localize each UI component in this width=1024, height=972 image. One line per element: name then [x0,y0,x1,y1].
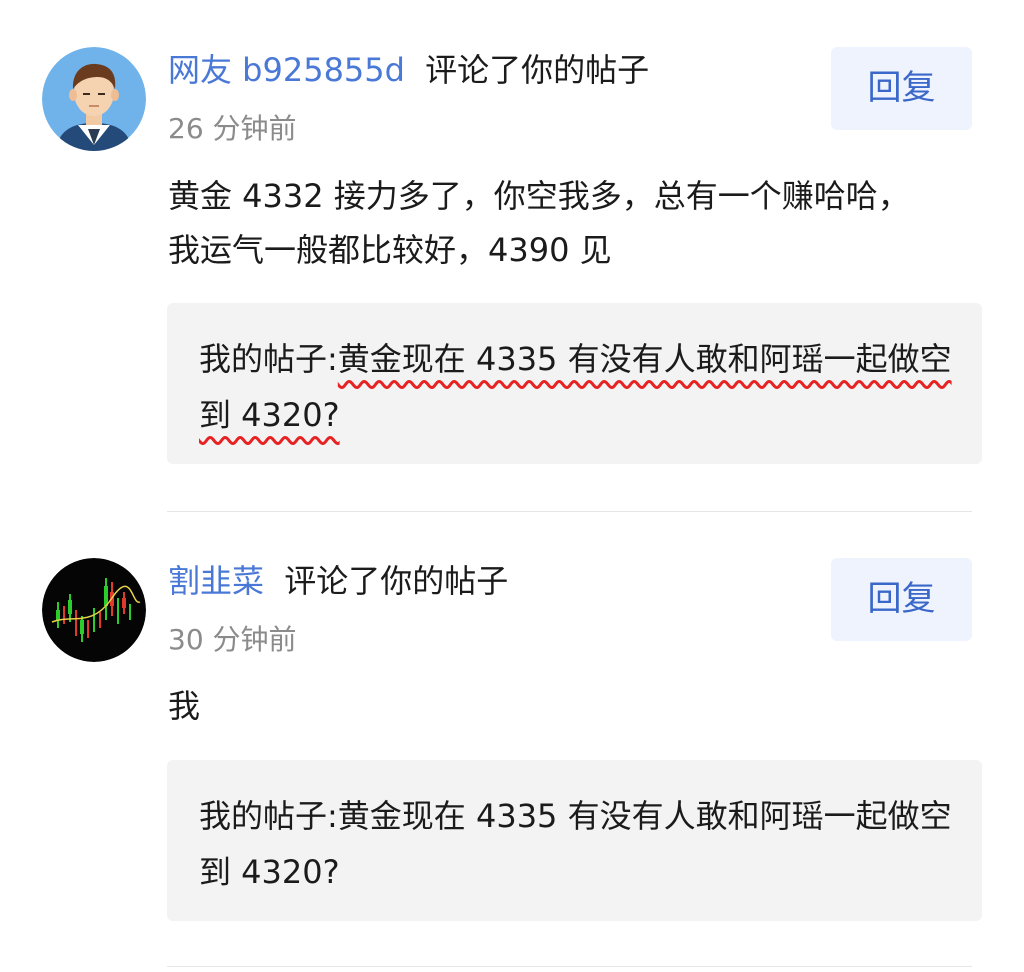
comment-header: 割韭菜 评论了你的帖子 [168,559,508,603]
quote-prefix: 我的帖子: [199,797,338,835]
quoted-post-text: 我的帖子:黄金现在 4335 有没有人敢和阿瑶一起做空到 4320? [199,331,959,443]
username-link[interactable]: 网友 b925855d [168,51,405,89]
comment-header: 网友 b925855d 评论了你的帖子 [168,48,649,92]
comment-text: 黄金 4332 接力多了，你空我多，总有一个赚哈哈，我运气一般都比较好，4390… [168,177,910,269]
quote-prefix: 我的帖子: [199,340,338,378]
comment-item: 割韭菜 评论了你的帖子 30 分钟前 回复 我 我的帖子:黄金现在 4335 有… [0,512,1024,972]
reply-button[interactable]: 回复 [831,558,972,641]
comment-text: 我 [168,687,201,725]
quoted-post[interactable]: 我的帖子:黄金现在 4335 有没有人敢和阿瑶一起做空到 4320? [167,760,982,921]
divider [167,966,972,967]
comment-timestamp: 30 分钟前 [168,623,297,656]
comment-item: 网友 b925855d 评论了你的帖子 26 分钟前 回复 黄金 4332 接力… [0,0,1024,512]
comment-action-text: 评论了你的帖子 [284,562,509,600]
man-avatar-icon[interactable] [42,47,146,151]
username-link[interactable]: 割韭菜 [168,562,264,600]
quoted-post-text: 我的帖子:黄金现在 4335 有没有人敢和阿瑶一起做空到 4320? [199,788,959,900]
comment-timestamp: 26 分钟前 [168,112,297,145]
comment-action-text: 评论了你的帖子 [425,51,650,89]
stock-chart-avatar-icon[interactable] [42,558,146,662]
quoted-post[interactable]: 我的帖子:黄金现在 4335 有没有人敢和阿瑶一起做空到 4320? [167,303,982,464]
reply-button[interactable]: 回复 [831,47,972,130]
